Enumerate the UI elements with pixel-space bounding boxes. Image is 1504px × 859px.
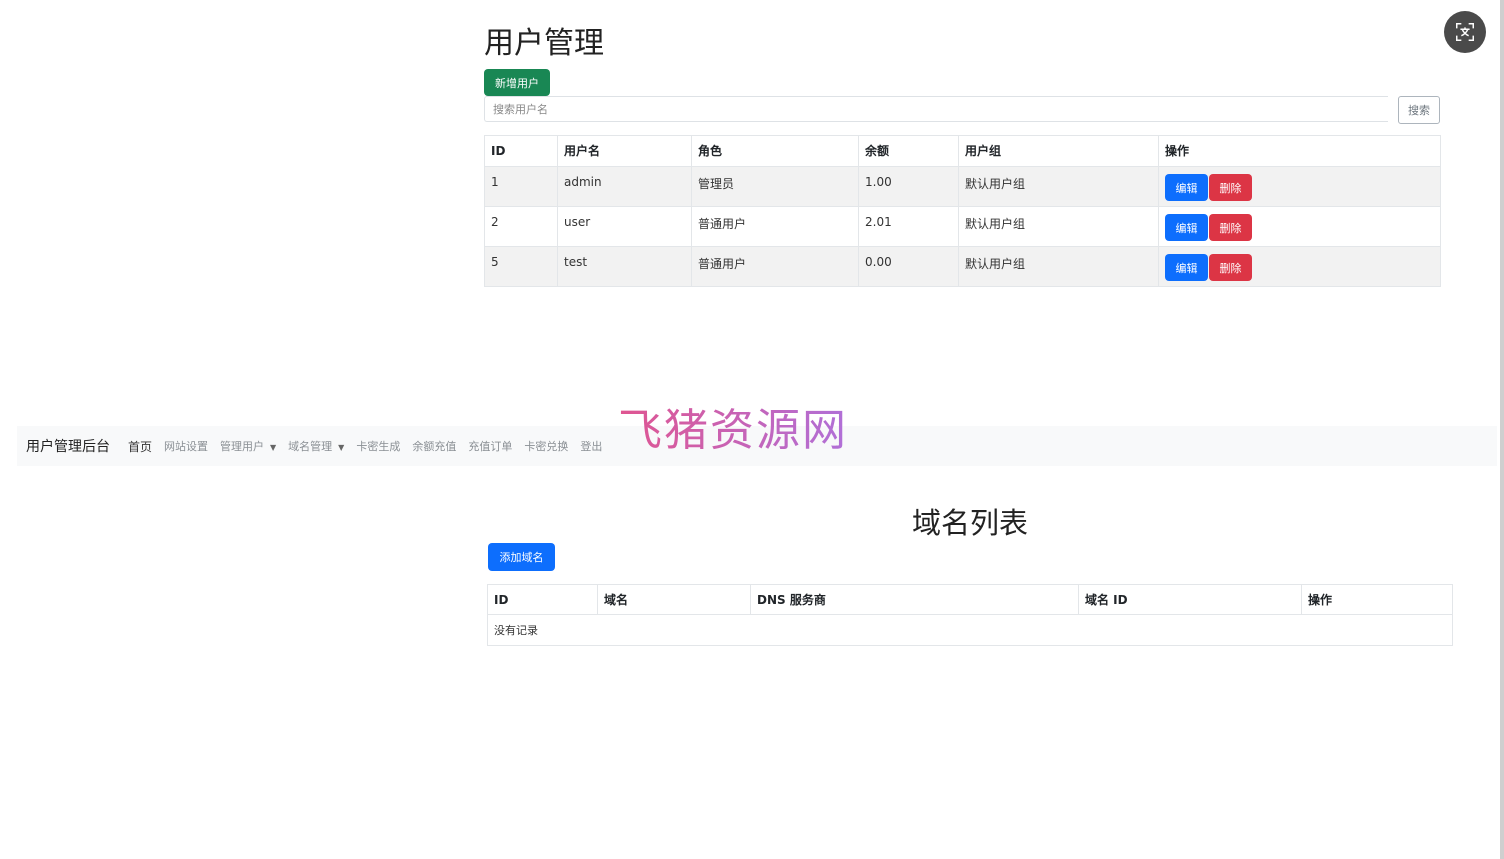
search-button[interactable]: 搜索 [1398,96,1440,124]
column-header-username: 用户名 [557,135,692,167]
cell-username: test [557,246,692,287]
cell-balance: 2.01 [858,206,959,247]
cell-username: admin [557,166,692,207]
users-panel: 用户管理 新增用户 搜索 ID 用户名 角色 余额 用户组 操作 1 admin… [484,22,1441,287]
column-header-balance: 余额 [858,135,959,167]
table-row: 没有记录 [487,614,1453,646]
cell-role: 普通用户 [691,206,859,247]
column-header-role: 角色 [691,135,859,167]
nav-item-card-generate[interactable]: 卡密生成 [356,438,400,454]
cell-group: 默认用户组 [958,246,1159,287]
cell-role: 管理员 [691,166,859,207]
cell-id: 5 [484,246,558,287]
navbar-brand[interactable]: 用户管理后台 [26,436,110,456]
column-header-id: ID [487,584,598,615]
cell-id: 2 [484,206,558,247]
cell-actions: 编辑 删除 [1158,166,1441,207]
delete-button[interactable]: 删除 [1209,214,1252,241]
cell-actions: 编辑 删除 [1158,206,1441,247]
translate-icon [1456,23,1474,41]
add-user-button[interactable]: 新增用户 [484,69,550,96]
delete-button[interactable]: 删除 [1209,254,1252,281]
edit-button[interactable]: 编辑 [1165,214,1208,241]
table-row: 5 test 普通用户 0.00 默认用户组 编辑 删除 [484,246,1441,287]
edit-button[interactable]: 编辑 [1165,254,1208,281]
nav-item-balance-recharge[interactable]: 余额充值 [412,438,456,454]
add-domain-button[interactable]: 添加域名 [488,543,555,571]
nav-item-recharge-orders[interactable]: 充值订单 [468,438,512,454]
nav-item-manage-users[interactable]: 管理用户 ▼ [220,438,276,454]
cell-group: 默认用户组 [958,206,1159,247]
column-header-domain-id: 域名 ID [1078,584,1302,615]
page-title: 用户管理 [484,26,604,61]
search-input[interactable] [484,96,1388,122]
cell-role: 普通用户 [691,246,859,287]
nav-item-home[interactable]: 首页 [128,438,152,455]
nav-item-logout[interactable]: 登出 [580,438,602,454]
cell-balance: 1.00 [858,166,959,207]
empty-state-text: 没有记录 [487,614,1453,646]
cell-actions: 编辑 删除 [1158,246,1441,287]
delete-button[interactable]: 删除 [1209,174,1252,201]
column-header-dns-provider: DNS 服务商 [750,584,1079,615]
cell-balance: 0.00 [858,246,959,287]
domains-table: ID 域名 DNS 服务商 域名 ID 操作 没有记录 [487,584,1453,646]
users-table: ID 用户名 角色 余额 用户组 操作 1 admin 管理员 1.00 默认用… [484,135,1441,287]
cell-id: 1 [484,166,558,207]
nav-item-site-settings[interactable]: 网站设置 [164,438,208,454]
nav-item-card-redeem[interactable]: 卡密兑换 [524,438,568,454]
domains-title: 域名列表 [911,506,1028,540]
nav-item-label: 管理用户 [220,440,265,453]
edit-button[interactable]: 编辑 [1165,174,1208,201]
column-header-actions: 操作 [1301,584,1453,615]
column-header-group: 用户组 [958,135,1159,167]
search-bar: 搜索 [484,96,1441,124]
cell-group: 默认用户组 [958,166,1159,207]
caret-down-icon: ▼ [338,443,345,452]
translate-button[interactable] [1444,11,1486,53]
table-header-row: ID 域名 DNS 服务商 域名 ID 操作 [487,584,1453,615]
table-row: 1 admin 管理员 1.00 默认用户组 编辑 删除 [484,166,1441,207]
watermark-text: 飞猪资源网 [618,405,848,456]
caret-down-icon: ▼ [270,443,277,452]
nav-item-label: 域名管理 [288,440,333,453]
table-header-row: ID 用户名 角色 余额 用户组 操作 [484,135,1441,167]
column-header-actions: 操作 [1158,135,1441,167]
column-header-id: ID [484,135,558,167]
nav-item-domain-management[interactable]: 域名管理 ▼ [288,438,344,454]
column-header-domain: 域名 [597,584,751,615]
cell-username: user [557,206,692,247]
watermark: 飞猪资源网 [618,394,848,458]
table-row: 2 user 普通用户 2.01 默认用户组 编辑 删除 [484,206,1441,247]
scrollbar[interactable] [1500,0,1504,859]
